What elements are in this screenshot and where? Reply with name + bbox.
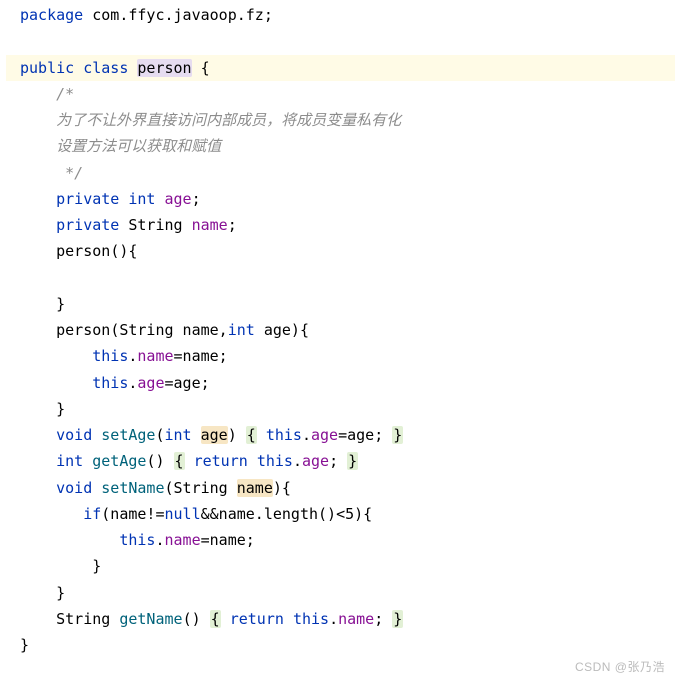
keyword-class: class bbox=[83, 59, 128, 77]
keyword-this: this bbox=[293, 610, 329, 628]
code-line-blank bbox=[6, 28, 675, 54]
code-line: void setAge(int age) { this.age=age; } bbox=[6, 422, 675, 448]
field-name: name bbox=[192, 216, 228, 234]
cond-part: &&name.length()< bbox=[201, 505, 346, 523]
field-name: name bbox=[165, 531, 201, 549]
code-line: void setName(String name){ bbox=[6, 475, 675, 501]
number-literal: 5 bbox=[345, 505, 354, 523]
keyword-package: package bbox=[20, 6, 83, 24]
assign: =age; bbox=[165, 374, 210, 392]
brace-open: { bbox=[192, 59, 210, 77]
keyword-if: if bbox=[83, 505, 101, 523]
keyword-this: this bbox=[92, 347, 128, 365]
code-line: person(){ bbox=[6, 238, 675, 264]
assign: =name; bbox=[201, 531, 255, 549]
keyword-private: private bbox=[56, 216, 119, 234]
keyword-int: int bbox=[128, 190, 155, 208]
comment-line: 为了不让外界直接访问内部成员，将成员变量私有化 bbox=[6, 107, 675, 133]
cond-part: (name!= bbox=[101, 505, 164, 523]
sig-part: (String bbox=[165, 479, 237, 497]
code-line: package com.ffyc.javaoop.fz; bbox=[6, 2, 675, 28]
keyword-return: return bbox=[194, 452, 248, 470]
keyword-this: this bbox=[257, 452, 293, 470]
brace-close: } bbox=[392, 610, 403, 628]
param-age: age bbox=[201, 426, 228, 444]
param-name: name bbox=[237, 479, 273, 497]
assign: =age; bbox=[338, 426, 383, 444]
code-line: String getName() { return this.name; } bbox=[6, 606, 675, 632]
keyword-this: this bbox=[92, 374, 128, 392]
code-line: } bbox=[6, 291, 675, 317]
brace-close: } bbox=[347, 452, 358, 470]
comment-line: */ bbox=[6, 160, 675, 186]
code-line: this.name=name; bbox=[6, 527, 675, 553]
watermark: CSDN @张乃浩 bbox=[575, 657, 665, 678]
type-string: String bbox=[128, 216, 182, 234]
brace-open: { bbox=[210, 610, 221, 628]
method-getAge: getAge bbox=[92, 452, 146, 470]
package-path: com.ffyc.javaoop.fz; bbox=[92, 6, 273, 24]
code-line: this.name=name; bbox=[6, 343, 675, 369]
brace-open: { bbox=[246, 426, 257, 444]
brace-open: { bbox=[174, 452, 185, 470]
code-line: private int age; bbox=[6, 186, 675, 212]
sig-part: (String name, bbox=[110, 321, 227, 339]
keyword-null: null bbox=[165, 505, 201, 523]
sig-part: age){ bbox=[255, 321, 309, 339]
field-age: age bbox=[137, 374, 164, 392]
method-getName: getName bbox=[119, 610, 182, 628]
field-age: age bbox=[165, 190, 192, 208]
keyword-private: private bbox=[56, 190, 119, 208]
code-line: } bbox=[6, 580, 675, 606]
keyword-void: void bbox=[56, 479, 92, 497]
code-line: int getAge() { return this.age; } bbox=[6, 448, 675, 474]
field-name: name bbox=[338, 610, 374, 628]
code-line: } bbox=[6, 553, 675, 579]
constructor-ref: person bbox=[56, 321, 110, 339]
comment-line: 设置方法可以获取和赋值 bbox=[6, 133, 675, 159]
type-string: String bbox=[56, 610, 110, 628]
code-line: this.age=age; bbox=[6, 370, 675, 396]
keyword-int: int bbox=[165, 426, 192, 444]
class-name: person bbox=[137, 59, 191, 77]
code-line: } bbox=[6, 396, 675, 422]
keyword-int: int bbox=[56, 452, 83, 470]
brace-close: } bbox=[392, 426, 403, 444]
code-line-blank bbox=[6, 265, 675, 291]
code-line: person(String name,int age){ bbox=[6, 317, 675, 343]
field-age: age bbox=[311, 426, 338, 444]
code-block: package com.ffyc.javaoop.fz; public clas… bbox=[0, 0, 675, 660]
code-line: private String name; bbox=[6, 212, 675, 238]
keyword-void: void bbox=[56, 426, 92, 444]
keyword-this: this bbox=[119, 531, 155, 549]
sig-part: ){ bbox=[273, 479, 291, 497]
code-line: } bbox=[6, 632, 675, 658]
method-setName: setName bbox=[101, 479, 164, 497]
field-age: age bbox=[302, 452, 329, 470]
keyword-public: public bbox=[20, 59, 74, 77]
method-setAge: setAge bbox=[101, 426, 155, 444]
code-line: if(name!=null&&name.length()<5){ bbox=[6, 501, 675, 527]
cond-part: ){ bbox=[354, 505, 372, 523]
field-name: name bbox=[137, 347, 173, 365]
assign: =name; bbox=[174, 347, 228, 365]
keyword-this: this bbox=[266, 426, 302, 444]
constructor-ref: person bbox=[56, 242, 110, 260]
code-line-class-decl: public class person { bbox=[6, 55, 675, 81]
keyword-int: int bbox=[228, 321, 255, 339]
keyword-return: return bbox=[230, 610, 284, 628]
comment-line: /* bbox=[6, 81, 675, 107]
